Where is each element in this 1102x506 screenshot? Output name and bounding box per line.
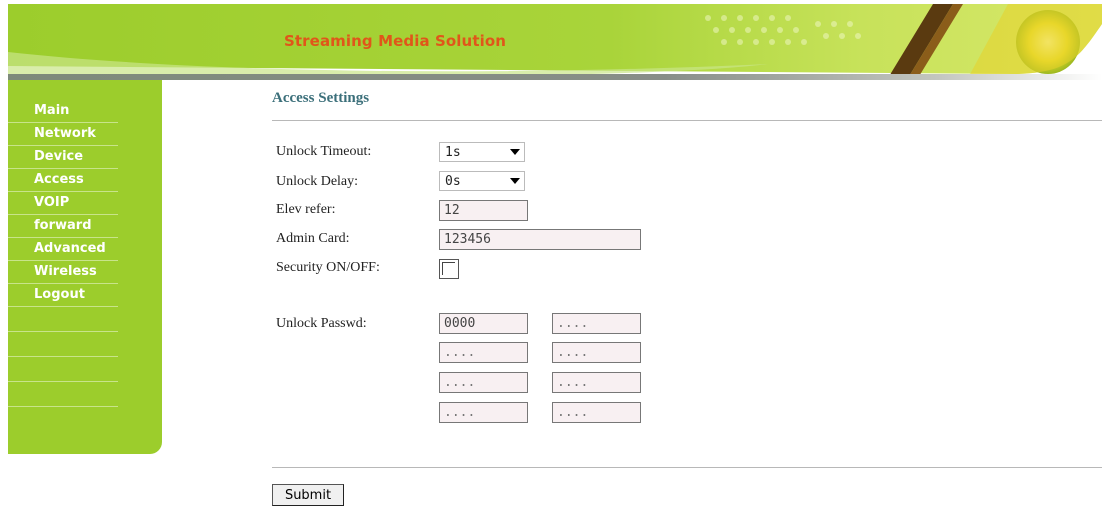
passwd-field-4[interactable] xyxy=(552,342,641,363)
passwd-field-3[interactable] xyxy=(439,342,528,363)
page-title: Access Settings xyxy=(272,90,370,106)
sidebar-item-device[interactable]: Device xyxy=(8,146,118,169)
sidebar-item-wireless[interactable]: Wireless xyxy=(8,261,118,284)
sidebar-item-forward[interactable]: forward xyxy=(8,215,118,238)
header-banner: Streaming Media Solution xyxy=(8,4,1102,78)
unlock-delay-value: 0s xyxy=(445,174,461,189)
security-checkbox[interactable] xyxy=(439,259,459,279)
sidebar-spacer xyxy=(8,357,118,382)
admin-card-label: Admin Card: xyxy=(276,231,350,246)
admin-card-input[interactable] xyxy=(439,229,641,250)
sidebar-spacer xyxy=(8,382,118,407)
unlock-passwd-label: Unlock Passwd: xyxy=(276,316,367,331)
unlock-timeout-select[interactable]: 1s xyxy=(439,142,525,162)
title-divider xyxy=(272,120,1102,121)
sidebar-item-network[interactable]: Network xyxy=(8,123,118,146)
elev-refer-input[interactable] xyxy=(439,200,528,221)
header-divider xyxy=(8,74,1102,80)
unlock-timeout-value: 1s xyxy=(445,145,461,160)
unlock-timeout-label: Unlock Timeout: xyxy=(276,144,372,159)
passwd-field-6[interactable] xyxy=(552,372,641,393)
sidebar-item-voip[interactable]: VOIP xyxy=(8,192,118,215)
submit-button[interactable]: Submit xyxy=(272,484,344,506)
passwd-field-2[interactable] xyxy=(552,313,641,334)
passwd-field-7[interactable] xyxy=(439,402,528,423)
sidebar-spacer xyxy=(8,307,118,332)
sidebar-nav: Main Network Device Access VOIP forward … xyxy=(8,100,118,407)
elev-refer-label: Elev refer: xyxy=(276,202,336,217)
unlock-delay-select[interactable]: 0s xyxy=(439,171,525,191)
dropdown-arrow-icon xyxy=(510,178,520,184)
app-title: Streaming Media Solution xyxy=(284,32,507,50)
form-divider xyxy=(272,467,1102,468)
passwd-field-5[interactable] xyxy=(439,372,528,393)
sidebar-item-advanced[interactable]: Advanced xyxy=(8,238,118,261)
dropdown-arrow-icon xyxy=(510,149,520,155)
banner-graphic xyxy=(8,4,1102,78)
passwd-field-1[interactable] xyxy=(439,313,528,334)
passwd-field-8[interactable] xyxy=(552,402,641,423)
sidebar-item-logout[interactable]: Logout xyxy=(8,284,118,307)
sidebar-item-access[interactable]: Access xyxy=(8,169,118,192)
unlock-delay-label: Unlock Delay: xyxy=(276,174,359,189)
sidebar-item-main[interactable]: Main xyxy=(8,100,118,123)
security-label: Security ON/OFF: xyxy=(276,260,380,275)
sidebar-spacer xyxy=(8,332,118,357)
sidebar: Main Network Device Access VOIP forward … xyxy=(8,80,162,454)
